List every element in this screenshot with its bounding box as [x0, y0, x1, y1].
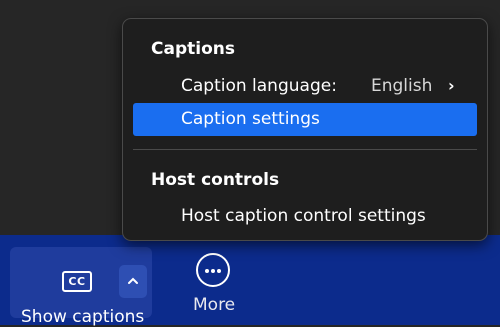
show-captions-button[interactable]: CC Show captions: [10, 247, 152, 327]
host-caption-control-settings-item[interactable]: Host caption control settings: [133, 200, 477, 233]
more-button[interactable]: More: [193, 253, 236, 315]
meeting-toolbar: CC Show captions: [0, 235, 500, 327]
caption-language-item[interactable]: Caption language: English ›: [133, 70, 477, 103]
caption-language-label: Caption language:: [181, 76, 337, 96]
captions-section-title: Captions: [151, 39, 235, 59]
captions-menu: Captions Caption language: English › Cap…: [122, 18, 488, 241]
more-icon: [196, 253, 230, 287]
closed-captions-icon: CC: [62, 271, 92, 292]
menu-divider: [133, 149, 477, 150]
host-controls-section-title: Host controls: [151, 170, 280, 190]
caption-settings-item[interactable]: Caption settings: [133, 103, 477, 136]
more-label: More: [193, 295, 236, 315]
chevron-right-icon: ›: [448, 76, 455, 95]
chevron-up-icon: [128, 277, 138, 284]
caption-settings-label: Caption settings: [181, 109, 320, 129]
captions-options-caret-button[interactable]: [119, 265, 147, 298]
caption-language-value: English: [371, 76, 433, 96]
host-caption-control-settings-label: Host caption control settings: [181, 206, 426, 226]
show-captions-label: Show captions: [21, 307, 145, 327]
